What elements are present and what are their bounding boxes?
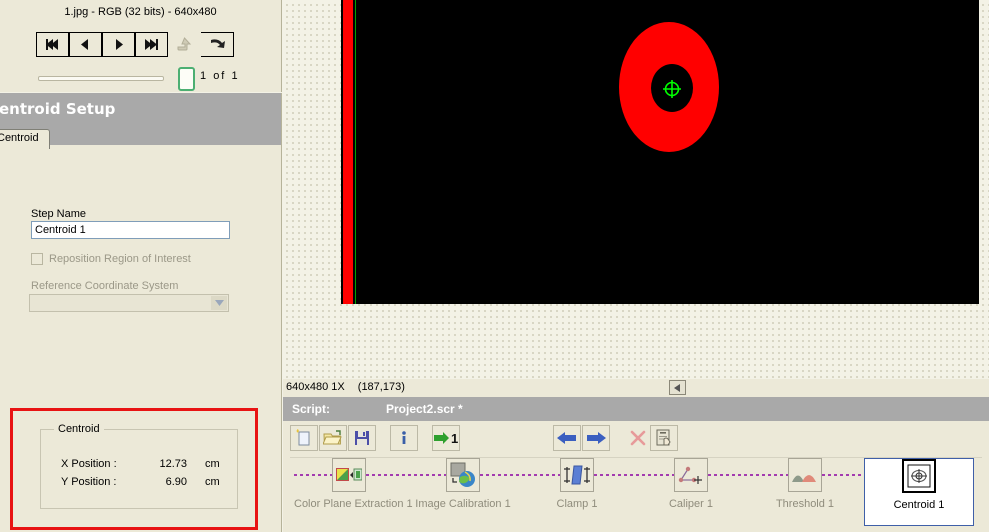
result-x-unit: cm xyxy=(205,458,220,470)
image-status-bar: 640x480 1X (187,173) xyxy=(283,379,989,397)
image-nav-buttons xyxy=(36,32,234,57)
svg-text:1: 1 xyxy=(451,431,458,446)
result-row-y: Y Position : 6.90 cm xyxy=(61,476,220,488)
browse-up-button[interactable] xyxy=(168,32,201,57)
image-title: 1.jpg - RGB (32 bits) - 640x480 xyxy=(64,6,217,18)
setup-tabstrip: Centroid xyxy=(0,129,281,149)
image-counter: 1 of 1 xyxy=(200,70,280,82)
roi-red-bar-overlay xyxy=(343,0,353,304)
image-navigation-panel: 1.jpg - RGB (32 bits) - 640x480 1 of 1 xyxy=(0,0,282,92)
horizontal-scroll-left-button[interactable] xyxy=(669,380,686,395)
reposition-roi-checkbox[interactable] xyxy=(31,253,43,265)
left-column: 1.jpg - RGB (32 bits) - 640x480 1 of 1 C… xyxy=(0,0,283,532)
previous-image-button[interactable] xyxy=(69,32,102,57)
blob-annulus xyxy=(619,22,719,152)
new-script-button[interactable] xyxy=(290,425,318,451)
step-label: Threshold 1 xyxy=(775,498,835,510)
threshold-icon xyxy=(788,458,822,492)
chevron-down-icon[interactable] xyxy=(211,296,227,310)
image-counter-current: 1 xyxy=(200,70,209,82)
caliper-icon xyxy=(674,458,708,492)
centroid-setup-panel: Centroid Setup Centroid Step Name Reposi… xyxy=(0,93,282,532)
image-counter-separator: of xyxy=(213,70,227,82)
step-label: Caliper 1 xyxy=(668,498,714,510)
reference-coordinate-label: Reference Coordinate System xyxy=(31,280,179,292)
open-script-button[interactable] xyxy=(319,425,347,451)
step-label: Image Calibration 1 xyxy=(415,498,511,510)
status-cursor-coords: (187,173) xyxy=(357,381,405,393)
slider-thumb[interactable] xyxy=(178,67,195,91)
image-status-text: 640x480 1X (187,173) xyxy=(286,381,405,393)
return-button[interactable] xyxy=(201,32,234,57)
centroid-icon xyxy=(902,459,936,493)
centroid-results-group: Centroid X Position : 12.73 cm Y Position … xyxy=(40,423,238,509)
copy-step-button[interactable] xyxy=(650,425,678,451)
centroid-results-legend: Centroid xyxy=(54,423,104,435)
reposition-roi-row[interactable]: Reposition Region of Interest xyxy=(31,253,191,265)
step-color-plane-extraction[interactable]: Color Plane Extraction 1 xyxy=(294,458,413,510)
status-size-zoom: 640x480 1X xyxy=(286,381,345,393)
result-y-label: Y Position : xyxy=(61,476,117,488)
result-row-x: X Position : 12.73 cm xyxy=(61,458,220,470)
roi-green-line-overlay xyxy=(355,0,356,304)
color-plane-extraction-icon xyxy=(332,458,366,492)
centroid-crosshair-marker xyxy=(663,80,681,98)
step-label: Clamp 1 xyxy=(556,498,598,510)
step-image-calibration[interactable]: Image Calibration 1 xyxy=(408,458,518,510)
tab-centroid[interactable]: Centroid xyxy=(0,129,50,149)
image-calibration-icon xyxy=(446,458,480,492)
reference-coordinate-select[interactable] xyxy=(29,294,229,312)
clamp-icon xyxy=(560,458,594,492)
run-once-button[interactable]: 1 xyxy=(432,425,460,451)
result-y-unit: cm xyxy=(205,476,220,488)
step-forward-button[interactable] xyxy=(582,425,610,451)
centroid-results-highlight: Centroid X Position : 12.73 cm Y Position … xyxy=(10,408,258,530)
image-display-window[interactable] xyxy=(341,0,979,304)
script-pane: Script: Project2.scr * 1 Color Plane Ext… xyxy=(283,397,989,532)
slider-track[interactable] xyxy=(38,76,164,81)
last-image-button[interactable] xyxy=(135,32,168,57)
step-caliper[interactable]: Caliper 1 xyxy=(636,458,746,510)
script-toolbar: 1 xyxy=(283,421,989,455)
step-label: Color Plane Extraction 1 xyxy=(294,498,413,510)
result-y-value: 6.90 xyxy=(165,476,187,488)
result-x-label: X Position : xyxy=(61,458,117,470)
script-info-button[interactable] xyxy=(390,425,418,451)
step-threshold[interactable]: Threshold 1 xyxy=(750,458,860,510)
delete-step-button[interactable] xyxy=(624,425,652,451)
image-counter-total: 1 xyxy=(231,70,240,82)
step-clamp[interactable]: Clamp 1 xyxy=(522,458,632,510)
setup-title: Centroid Setup xyxy=(0,100,116,118)
step-back-button[interactable] xyxy=(553,425,581,451)
script-filename: Project2.scr * xyxy=(386,402,463,416)
script-label: Script: xyxy=(292,402,331,416)
first-image-button[interactable] xyxy=(36,32,69,57)
step-centroid[interactable]: Centroid 1 xyxy=(864,458,974,526)
image-index-slider[interactable]: 1 of 1 xyxy=(30,66,280,91)
step-label: Centroid 1 xyxy=(893,499,945,511)
step-name-input[interactable] xyxy=(31,221,230,239)
result-x-value: 12.73 xyxy=(159,458,187,470)
save-script-button[interactable] xyxy=(348,425,376,451)
step-name-label: Step Name xyxy=(31,208,87,220)
script-titlebar: Script: Project2.scr * xyxy=(283,397,989,421)
script-step-strip: Color Plane Extraction 1 Image Calibrati… xyxy=(290,457,982,530)
next-image-button[interactable] xyxy=(102,32,135,57)
reposition-roi-label: Reposition Region of Interest xyxy=(49,253,191,265)
